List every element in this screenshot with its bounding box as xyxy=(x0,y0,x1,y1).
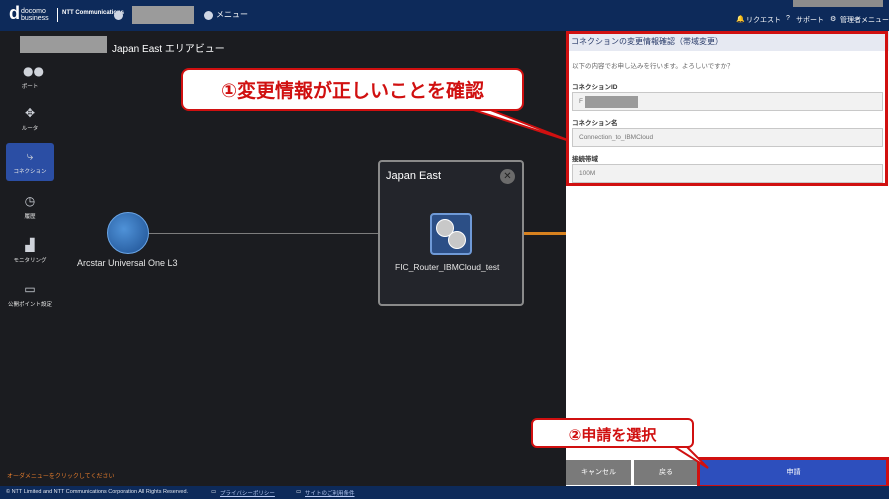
globe-icon[interactable] xyxy=(107,212,149,254)
sidebar-item-monitoring[interactable]: ▟ モニタリング xyxy=(6,232,54,270)
footer: © NTT Limited and NTT Communications Cor… xyxy=(0,486,889,499)
router-icon: ✥ xyxy=(24,106,36,120)
admin-menu-link[interactable]: 管理者メニュー xyxy=(840,15,889,25)
history-icon: ◷ xyxy=(24,194,36,208)
callout-step2-text: ②申請を選択 xyxy=(568,426,657,444)
sidebar-item-label: モニタリング xyxy=(13,258,47,264)
sidebar-item-connection[interactable]: ⤷ コネクション xyxy=(6,143,54,181)
sidebar-item-label: ルータ xyxy=(21,126,39,132)
terms-link[interactable]: サイトのご利用条件 xyxy=(305,489,355,497)
sidebar-item-label: 履歴 xyxy=(24,214,36,220)
request-link[interactable]: リクエスト xyxy=(746,15,781,25)
cancel-button[interactable]: キャンセル xyxy=(566,460,631,485)
sidebar-item-label: ポート xyxy=(21,84,39,90)
redacted-account xyxy=(132,6,194,24)
region-title: Japan East xyxy=(386,170,442,182)
sidebar-item-label: コネクション xyxy=(13,169,47,175)
sidebar-item-port[interactable]: ●● ポート xyxy=(6,58,54,96)
router-label: FIC_Router_IBMCloud_test xyxy=(395,262,500,272)
sidebar: ●● ポート ✥ ルータ ⤷ コネクション ◷ 履歴 ▟ モニタリング ▭ 公開… xyxy=(0,50,60,315)
logo-divider xyxy=(57,8,58,22)
callout-step2: ②申請を選択 xyxy=(531,418,694,448)
sidebar-item-public-point[interactable]: ▭ 公開ポイント設定 xyxy=(6,276,54,314)
sidebar-item-router[interactable]: ✥ ルータ xyxy=(6,100,54,138)
order-menu-message: オーダメニューをクリックしてください xyxy=(7,474,115,480)
sidebar-item-label: 公開ポイント設定 xyxy=(7,302,52,308)
highlight-box-info xyxy=(566,31,888,186)
logo-mark: d xyxy=(9,3,20,23)
router-node-icon[interactable] xyxy=(430,213,472,255)
window-icon: ▭ xyxy=(296,489,302,495)
close-icon[interactable]: ✕ xyxy=(500,169,515,184)
logo-line2: business xyxy=(21,15,49,22)
menu-chevron-icon[interactable] xyxy=(204,11,213,20)
privacy-link[interactable]: プライバシーポリシー xyxy=(220,489,275,497)
sidebar-item-history[interactable]: ◷ 履歴 xyxy=(6,188,54,226)
top-bar: d docomo business NTT Communications メニュ… xyxy=(0,0,889,31)
highlight-box-apply xyxy=(697,457,889,488)
nav-menu[interactable]: メニュー xyxy=(216,9,248,20)
network-label: Arcstar Universal One L3 xyxy=(77,258,178,268)
bell-icon[interactable]: 🔔 xyxy=(736,15,745,23)
callout-step1: ①変更情報が正しいことを確認 xyxy=(181,68,524,111)
nav-chevron-icon[interactable] xyxy=(114,11,123,20)
logo-line1: docomo xyxy=(21,8,46,15)
callout-step1-text: ①変更情報が正しいことを確認 xyxy=(220,80,485,102)
port-icon: ●● xyxy=(23,64,44,78)
area-view-title: Japan East エリアビュー xyxy=(112,44,225,55)
router-part-icon xyxy=(448,231,466,249)
redacted-user xyxy=(793,0,883,7)
gear-icon[interactable]: ⚙ xyxy=(830,15,836,23)
connection-icon: ⤷ xyxy=(26,149,34,163)
public-point-icon: ▭ xyxy=(24,282,36,296)
copyright-text: © NTT Limited and NTT Communications Cor… xyxy=(6,489,189,495)
window-icon: ▭ xyxy=(211,489,217,495)
docomo-business-logo[interactable]: d docomo business xyxy=(9,3,59,27)
monitoring-icon: ▟ xyxy=(25,238,35,252)
help-icon[interactable]: ? xyxy=(786,15,790,22)
support-link[interactable]: サポート xyxy=(796,15,824,25)
